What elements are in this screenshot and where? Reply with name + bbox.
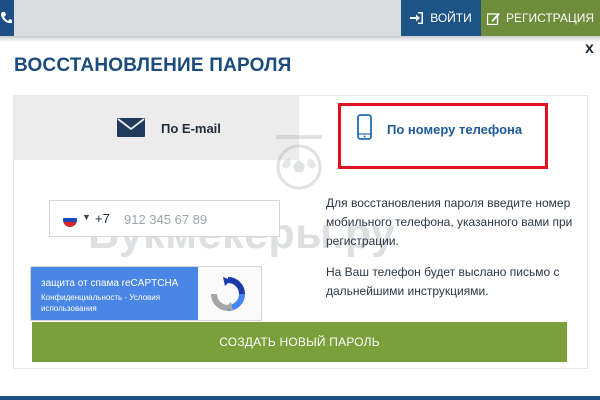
country-code: +7 (95, 211, 110, 226)
info-text: Для восстановления пароля введите номер … (326, 196, 573, 248)
topbar-shadow (0, 36, 600, 42)
login-icon (410, 12, 424, 24)
recaptcha-title: защита от спама reCAPTCHA (41, 278, 179, 289)
chevron-down-icon[interactable]: ▼ (82, 212, 91, 222)
phone-input-group: ▼ +7 (49, 200, 280, 237)
top-bar: ВОЙТИ РЕГИСТРАЦИЯ (0, 0, 600, 36)
register-label: РЕГИСТРАЦИЯ (505, 11, 595, 25)
recaptcha-info: защита от спама reCAPTCHA Конфиденциальн… (31, 267, 198, 320)
login-button[interactable]: ВОЙТИ (401, 0, 481, 36)
tab-email[interactable]: По E-mail (14, 96, 299, 160)
russia-flag-icon[interactable] (63, 213, 77, 227)
recaptcha-logo-icon (211, 277, 245, 311)
phone-icon (1, 12, 12, 24)
edit-icon (486, 12, 500, 25)
close-button[interactable]: x (585, 40, 594, 58)
create-password-button[interactable]: СОЗДАТЬ НОВЫЙ ПАРОЛЬ (32, 322, 567, 362)
soccer-ball-icon (276, 135, 322, 190)
recaptcha-badge: защита от спама reCAPTCHA Конфиденциальн… (30, 266, 262, 321)
login-label: ВОЙТИ (430, 11, 472, 25)
tab-email-label: По E-mail (161, 121, 221, 136)
register-button[interactable]: РЕГИСТРАЦИЯ (481, 0, 600, 36)
highlight-box (338, 103, 548, 169)
phone-input[interactable] (122, 206, 276, 233)
bottom-bar (0, 396, 600, 400)
modal-title: ВОССТАНОВЛЕНИЕ ПАРОЛЯ (14, 55, 292, 76)
info-text-secondary: На Ваш телефон будет выслано письмо с да… (326, 265, 560, 298)
recaptcha-links[interactable]: Конфиденциальность - Условия использован… (41, 292, 191, 314)
envelope-icon (117, 118, 145, 137)
phone-button[interactable] (0, 0, 14, 36)
